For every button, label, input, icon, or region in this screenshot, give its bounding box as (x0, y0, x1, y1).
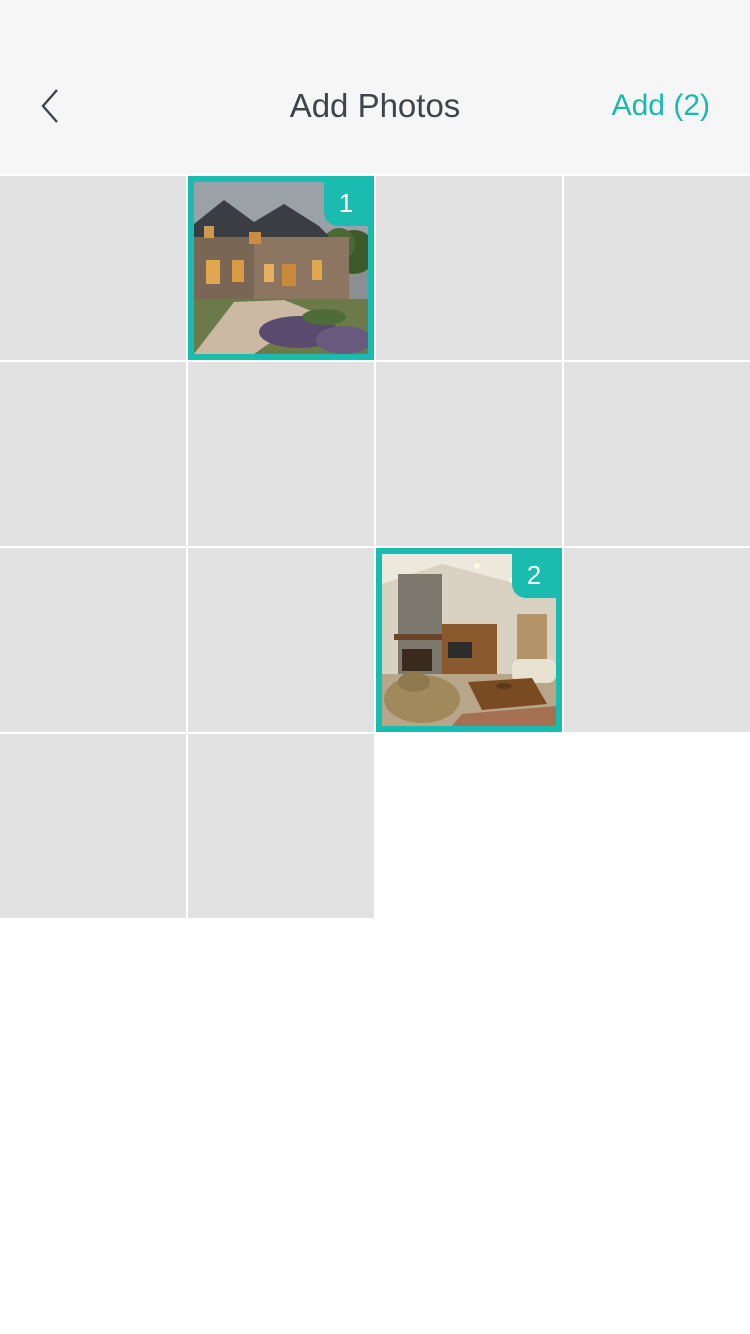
selection-order-badge: 2 (512, 554, 556, 598)
add-button[interactable]: Add (2) (612, 82, 710, 130)
photo-tile[interactable] (564, 176, 750, 360)
photo-tile[interactable] (0, 176, 186, 360)
photo-tile-selected[interactable]: 1 (188, 176, 374, 360)
photo-tile[interactable] (376, 176, 562, 360)
nav-header: Add Photos Add (2) (0, 0, 750, 174)
photo-tile[interactable] (188, 548, 374, 732)
photo-tile[interactable] (564, 362, 750, 546)
photo-tile[interactable] (0, 548, 186, 732)
photo-tile[interactable] (0, 734, 186, 918)
selection-order-badge: 1 (324, 182, 368, 226)
photo-tile[interactable] (564, 548, 750, 732)
photo-tile[interactable] (188, 734, 374, 918)
photo-tile[interactable] (376, 362, 562, 546)
photo-tile-selected[interactable]: 2 (376, 548, 562, 732)
photo-tile[interactable] (188, 362, 374, 546)
photo-tile[interactable] (0, 362, 186, 546)
